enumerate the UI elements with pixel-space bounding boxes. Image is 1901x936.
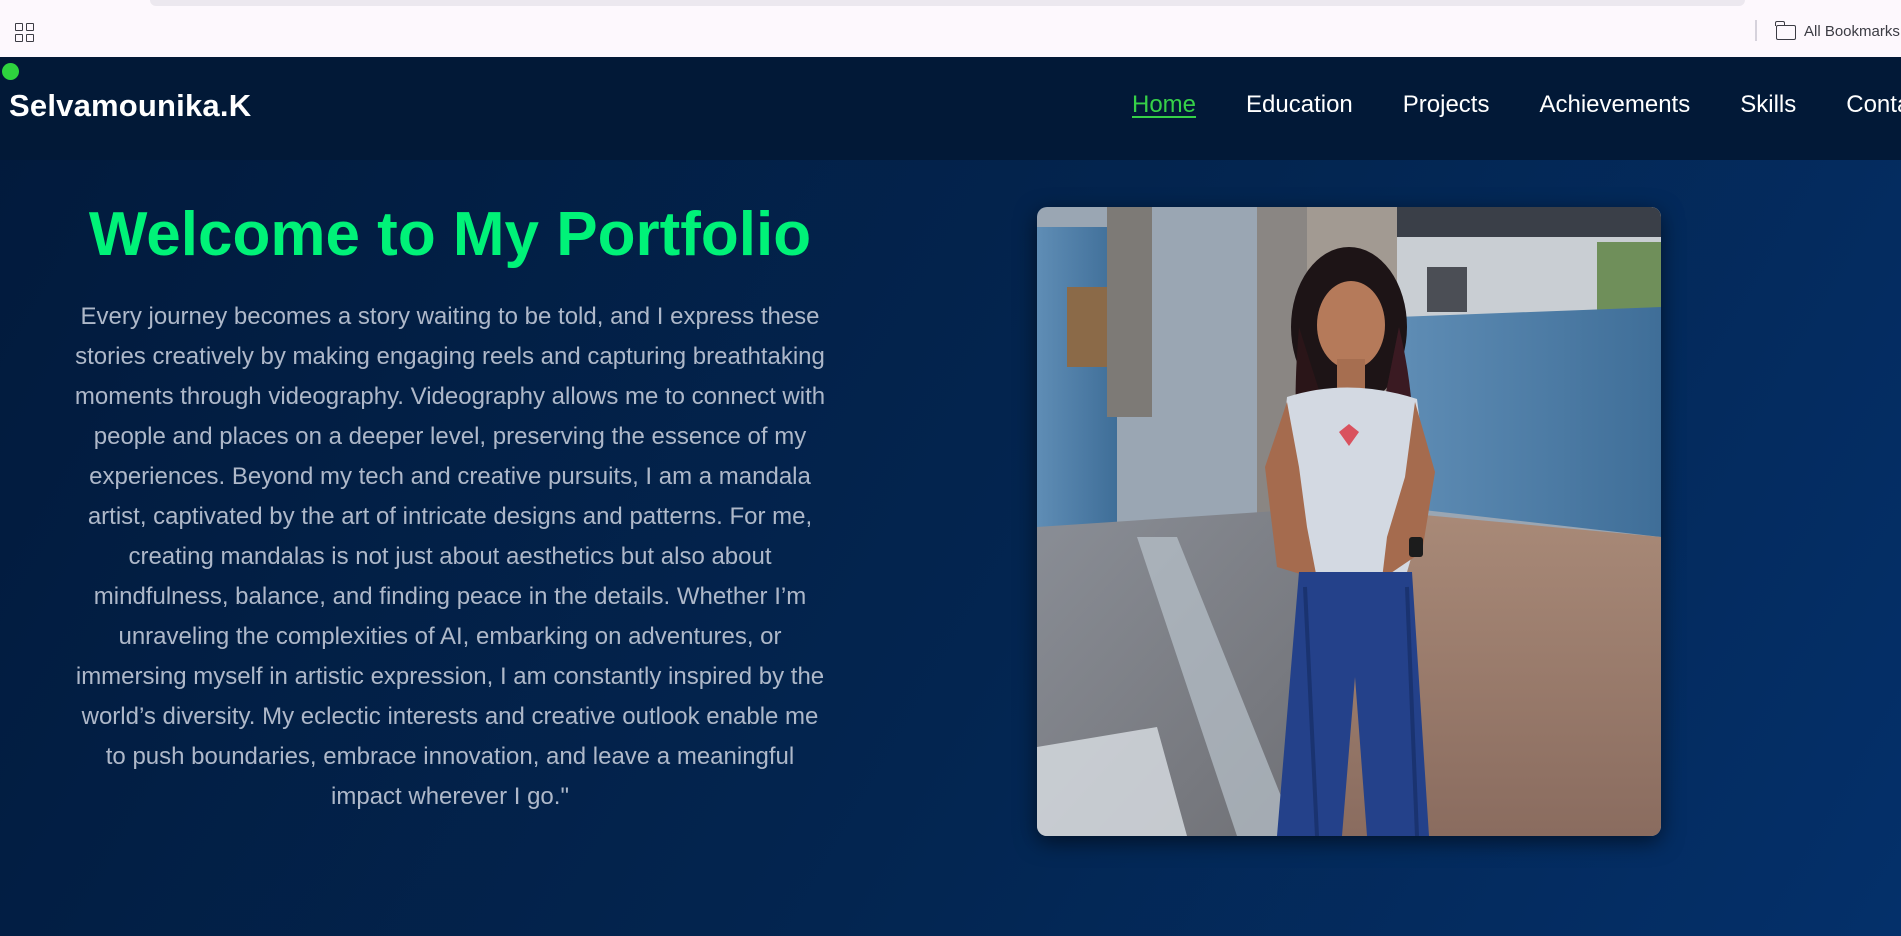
portfolio-page: Selvamounika.K Home Education Projects A… <box>0 57 1901 936</box>
hero-paragraph: Every journey becomes a story waiting to… <box>74 303 826 810</box>
nav-link-projects[interactable]: Projects <box>1403 91 1490 119</box>
nav-link-skills[interactable]: Skills <box>1740 91 1796 119</box>
brand-name[interactable]: Selvamounika.K <box>9 88 251 124</box>
nav-link-education[interactable]: Education <box>1246 91 1353 119</box>
bookmarks-bar: All Bookmarks <box>0 0 1901 57</box>
profile-photo <box>1037 207 1661 836</box>
bookmarks-divider <box>1755 20 1757 41</box>
apps-grid-icon[interactable] <box>12 21 36 43</box>
nav-link-home[interactable]: Home <box>1132 91 1196 119</box>
nav-link-achievements[interactable]: Achievements <box>1539 91 1690 119</box>
all-bookmarks-button[interactable]: All Bookmarks <box>1775 19 1900 43</box>
navbar: Selvamounika.K Home Education Projects A… <box>0 57 1901 160</box>
status-dot <box>2 63 19 80</box>
address-bar-edge[interactable] <box>150 0 1745 6</box>
nav-links: Home Education Projects Achievements Ski… <box>1132 91 1901 119</box>
all-bookmarks-label: All Bookmarks <box>1804 22 1900 40</box>
nav-link-contact[interactable]: Contact <box>1846 91 1901 119</box>
folder-icon <box>1775 20 1796 40</box>
hero-title: Welcome to My Portfolio <box>88 200 812 269</box>
